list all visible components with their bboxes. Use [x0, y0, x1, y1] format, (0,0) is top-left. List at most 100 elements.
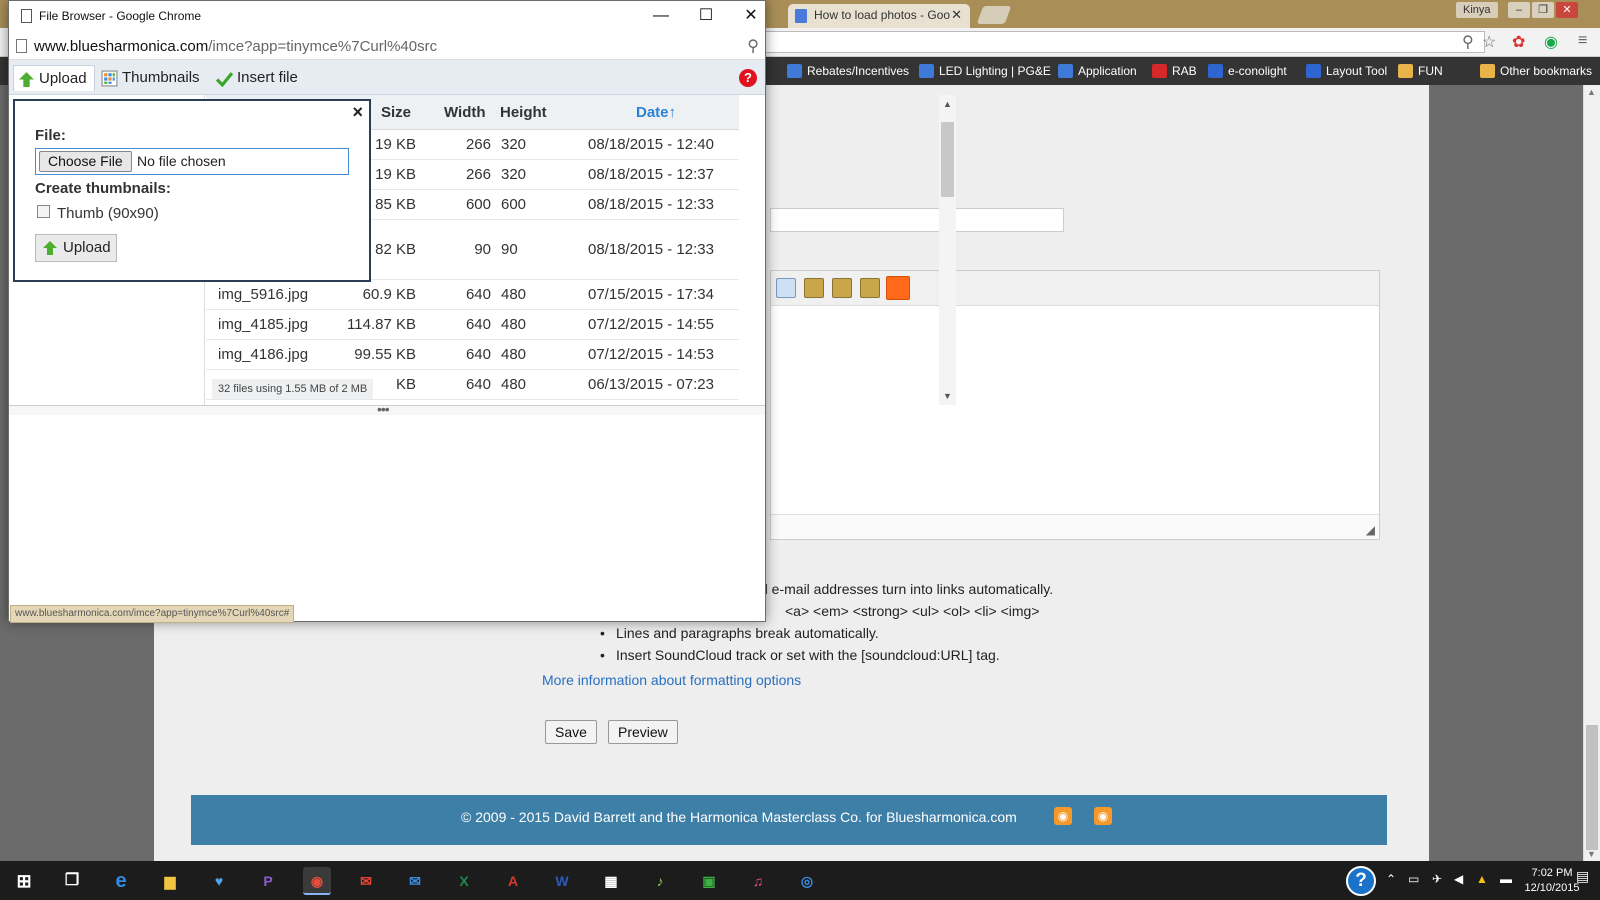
preview-button[interactable]: Preview	[608, 720, 678, 744]
rss-icon[interactable]: ◉	[1054, 807, 1072, 825]
col-height[interactable]: Height	[500, 104, 547, 121]
music-app-icon[interactable]: ♪	[646, 867, 674, 895]
edge-icon[interactable]: e	[107, 867, 135, 895]
zoom-icon[interactable]: ⚲	[1462, 32, 1474, 52]
bookmark-item[interactable]: e-conolight	[1208, 61, 1287, 81]
menu-icon[interactable]: ≡	[1578, 32, 1587, 50]
rss-icon[interactable]: ◉	[1094, 807, 1112, 825]
insert-file-op[interactable]: Insert file	[212, 65, 298, 91]
show-hidden-icons-icon[interactable]: ⌃	[1386, 872, 1396, 886]
chrome-icon[interactable]: ◉	[303, 867, 331, 895]
scroll-up-icon[interactable]: ▲	[1587, 87, 1596, 97]
drive-icon[interactable]: ▲	[1476, 872, 1488, 886]
close-button[interactable]: ✕	[1556, 2, 1578, 18]
upload-op[interactable]: Upload	[13, 65, 95, 91]
grammarly-icon[interactable]: ◉	[1544, 32, 1558, 52]
minimize-button[interactable]: —	[639, 5, 683, 29]
bookmark-label: Layout Tool	[1326, 64, 1388, 78]
acrobat-icon[interactable]: A	[499, 867, 527, 895]
bookmark-item[interactable]: Application	[1058, 61, 1137, 81]
file-width: 266	[465, 166, 491, 183]
pc-app-icon[interactable]: ▣	[695, 867, 723, 895]
file-input[interactable]: Choose File No file chosen	[35, 148, 349, 175]
thumbnails-grid-icon	[101, 70, 118, 87]
start-icon[interactable]: ⊞	[10, 867, 38, 895]
pane-resizer[interactable]: •••	[9, 401, 765, 417]
bookmark-item[interactable]: LED Lighting | PG&E	[919, 61, 1051, 81]
scroll-up-icon[interactable]: ▲	[943, 99, 952, 109]
more-info-link[interactable]: More information about formatting option…	[542, 672, 801, 688]
paste-text-icon[interactable]	[832, 278, 852, 298]
network-icon[interactable]: ✈	[1432, 872, 1442, 886]
file-row[interactable]: img_5916.jpg 60.9 KB 640 480 07/15/2015 - 17…	[206, 280, 739, 310]
file-row[interactable]: img_4185.jpg 114.87 KB 640 480 07/12/2015 - …	[206, 310, 739, 340]
copy-icon[interactable]	[776, 278, 796, 298]
file-size: 85 KB	[375, 196, 416, 213]
page-scrollbar[interactable]: ▲ ▼	[1583, 85, 1600, 861]
file-row[interactable]: img_4186.jpg 99.55 KB 640 480 07/12/2015 - 1…	[206, 340, 739, 370]
browser-tab[interactable]: How to load photos - Goo ✕	[788, 4, 970, 28]
bookmark-item[interactable]: Layout Tool	[1306, 61, 1387, 81]
mail-icon[interactable]: ✉	[401, 867, 429, 895]
thumbnails-op[interactable]: Thumbnails	[97, 65, 200, 91]
clock[interactable]: 7:02 PM 12/10/2015	[1522, 866, 1582, 896]
file-date: 08/18/2015 - 12:33	[588, 196, 714, 213]
title-field[interactable]	[770, 208, 1064, 232]
save-button[interactable]: Save	[545, 720, 597, 744]
scroll-thumb[interactable]	[941, 122, 954, 197]
address-bar[interactable]	[760, 31, 1485, 53]
scroll-down-icon[interactable]: ▼	[943, 391, 952, 401]
heart-app-icon[interactable]: ♥	[205, 867, 233, 895]
minimize-button[interactable]: –	[1508, 2, 1530, 18]
gmail-icon[interactable]: ✉	[352, 867, 380, 895]
volume-icon[interactable]: ◀	[1454, 872, 1463, 886]
paste-word-icon[interactable]	[860, 278, 880, 298]
profile-badge[interactable]: Kinya	[1456, 2, 1498, 18]
clock-time: 7:02 PM	[1531, 867, 1573, 879]
help-icon[interactable]: ?	[739, 69, 757, 87]
word-icon[interactable]: W	[548, 867, 576, 895]
keyboard-icon[interactable]: ▬	[1500, 872, 1512, 886]
file-height: 320	[501, 166, 527, 183]
bookmark-item[interactable]: RAB	[1152, 61, 1197, 81]
pandora-icon[interactable]: P	[254, 867, 282, 895]
paste-icon[interactable]	[804, 278, 824, 298]
zoom-icon[interactable]: ⚲	[747, 36, 759, 56]
close-button[interactable]: ✕	[729, 5, 773, 29]
resize-handle-icon[interactable]: ◢	[1366, 523, 1375, 537]
rich-text-editor[interactable]: ◢	[770, 270, 1380, 540]
bookmark-star-icon[interactable]: ☆	[1482, 32, 1496, 52]
restore-button[interactable]: ❐	[1532, 2, 1554, 18]
scroll-down-icon[interactable]: ▼	[1587, 849, 1596, 859]
tip-item: d e-mail addresses turn into links autom…	[760, 578, 1053, 600]
bookmark-item[interactable]: Other bookmarks	[1480, 61, 1592, 81]
help-tray-icon[interactable]: ?	[1346, 866, 1376, 896]
popup-address-bar[interactable]: www.bluesharmonica.com/imce?app=tinymce%…	[9, 32, 765, 60]
folder-icon	[1398, 64, 1413, 78]
calculator-icon[interactable]: ▦	[597, 867, 625, 895]
col-size[interactable]: Size	[381, 104, 411, 121]
choose-file-button[interactable]: Choose File	[39, 151, 132, 172]
col-date[interactable]: Date↑	[636, 104, 676, 121]
close-icon[interactable]: ×	[352, 102, 363, 123]
file-name: img_4185.jpg	[218, 316, 309, 333]
task-view-icon[interactable]: ❐	[58, 867, 86, 895]
new-tab-button[interactable]	[976, 6, 1012, 24]
excel-icon[interactable]: X	[450, 867, 478, 895]
scroll-thumb[interactable]	[1586, 725, 1598, 850]
battery-icon[interactable]: ▭	[1408, 872, 1419, 886]
soundcloud-icon[interactable]	[886, 276, 910, 300]
action-center-icon[interactable]: ▤	[1576, 868, 1598, 890]
itunes-icon[interactable]: ♫	[744, 867, 772, 895]
bookmark-item[interactable]: FUN	[1398, 61, 1443, 81]
extension-icon[interactable]: ✿	[1512, 32, 1525, 52]
file-list-scrollbar[interactable]: ▲ ▼	[939, 95, 956, 405]
bookmark-item[interactable]: Rebates/Incentives	[787, 61, 909, 81]
maximize-button[interactable]: ☐	[684, 5, 728, 29]
file-explorer-icon[interactable]: ▆	[156, 867, 184, 895]
media-app-icon[interactable]: ◎	[793, 867, 821, 895]
thumb-checkbox[interactable]	[37, 205, 50, 218]
tab-close-icon[interactable]: ✕	[951, 4, 962, 26]
col-width[interactable]: Width	[444, 104, 486, 121]
upload-button[interactable]: Upload	[35, 234, 117, 262]
